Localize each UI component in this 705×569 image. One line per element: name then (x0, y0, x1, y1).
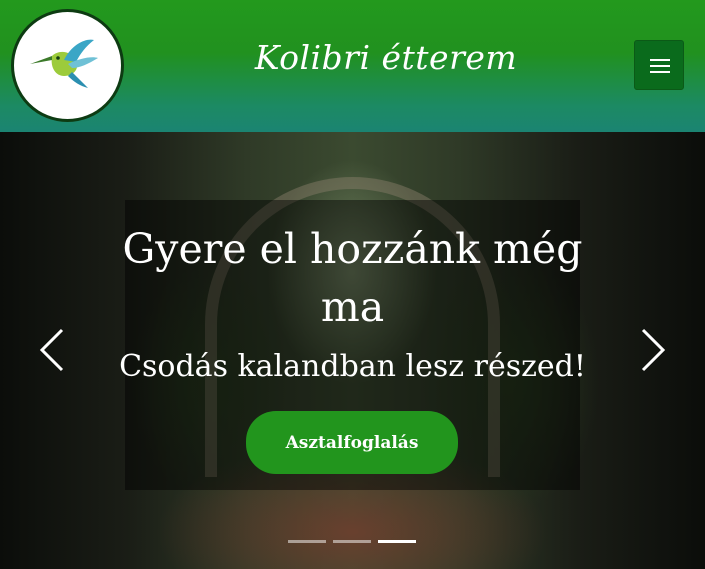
chevron-right-icon (641, 328, 666, 372)
reservation-button[interactable]: Asztalfoglalás (246, 411, 458, 474)
hero-subtitle: Csodás kalandban lesz részed! (119, 349, 586, 384)
carousel-indicator-active[interactable] (378, 540, 416, 543)
carousel-next-button[interactable] (637, 328, 667, 372)
logo[interactable] (11, 9, 124, 122)
site-header: Kolibri étterem (0, 0, 705, 132)
carousel-indicator[interactable] (288, 540, 326, 543)
hamburger-menu-icon-bar (650, 65, 670, 67)
hero-title: Gyere el hozzánk még ma (122, 225, 583, 331)
brand-name[interactable]: Kolibri étterem (200, 38, 572, 77)
hamburger-menu-icon (650, 59, 670, 61)
carousel-prev-button[interactable] (38, 328, 68, 372)
hero-carousel: Gyere el hozzánk még ma Csodás kalandban… (0, 132, 705, 569)
hummingbird-icon (30, 39, 98, 88)
menu-button[interactable] (634, 40, 684, 90)
carousel-indicator[interactable] (333, 540, 371, 543)
chevron-left-icon (39, 328, 64, 372)
hamburger-menu-icon-bar (650, 71, 670, 73)
